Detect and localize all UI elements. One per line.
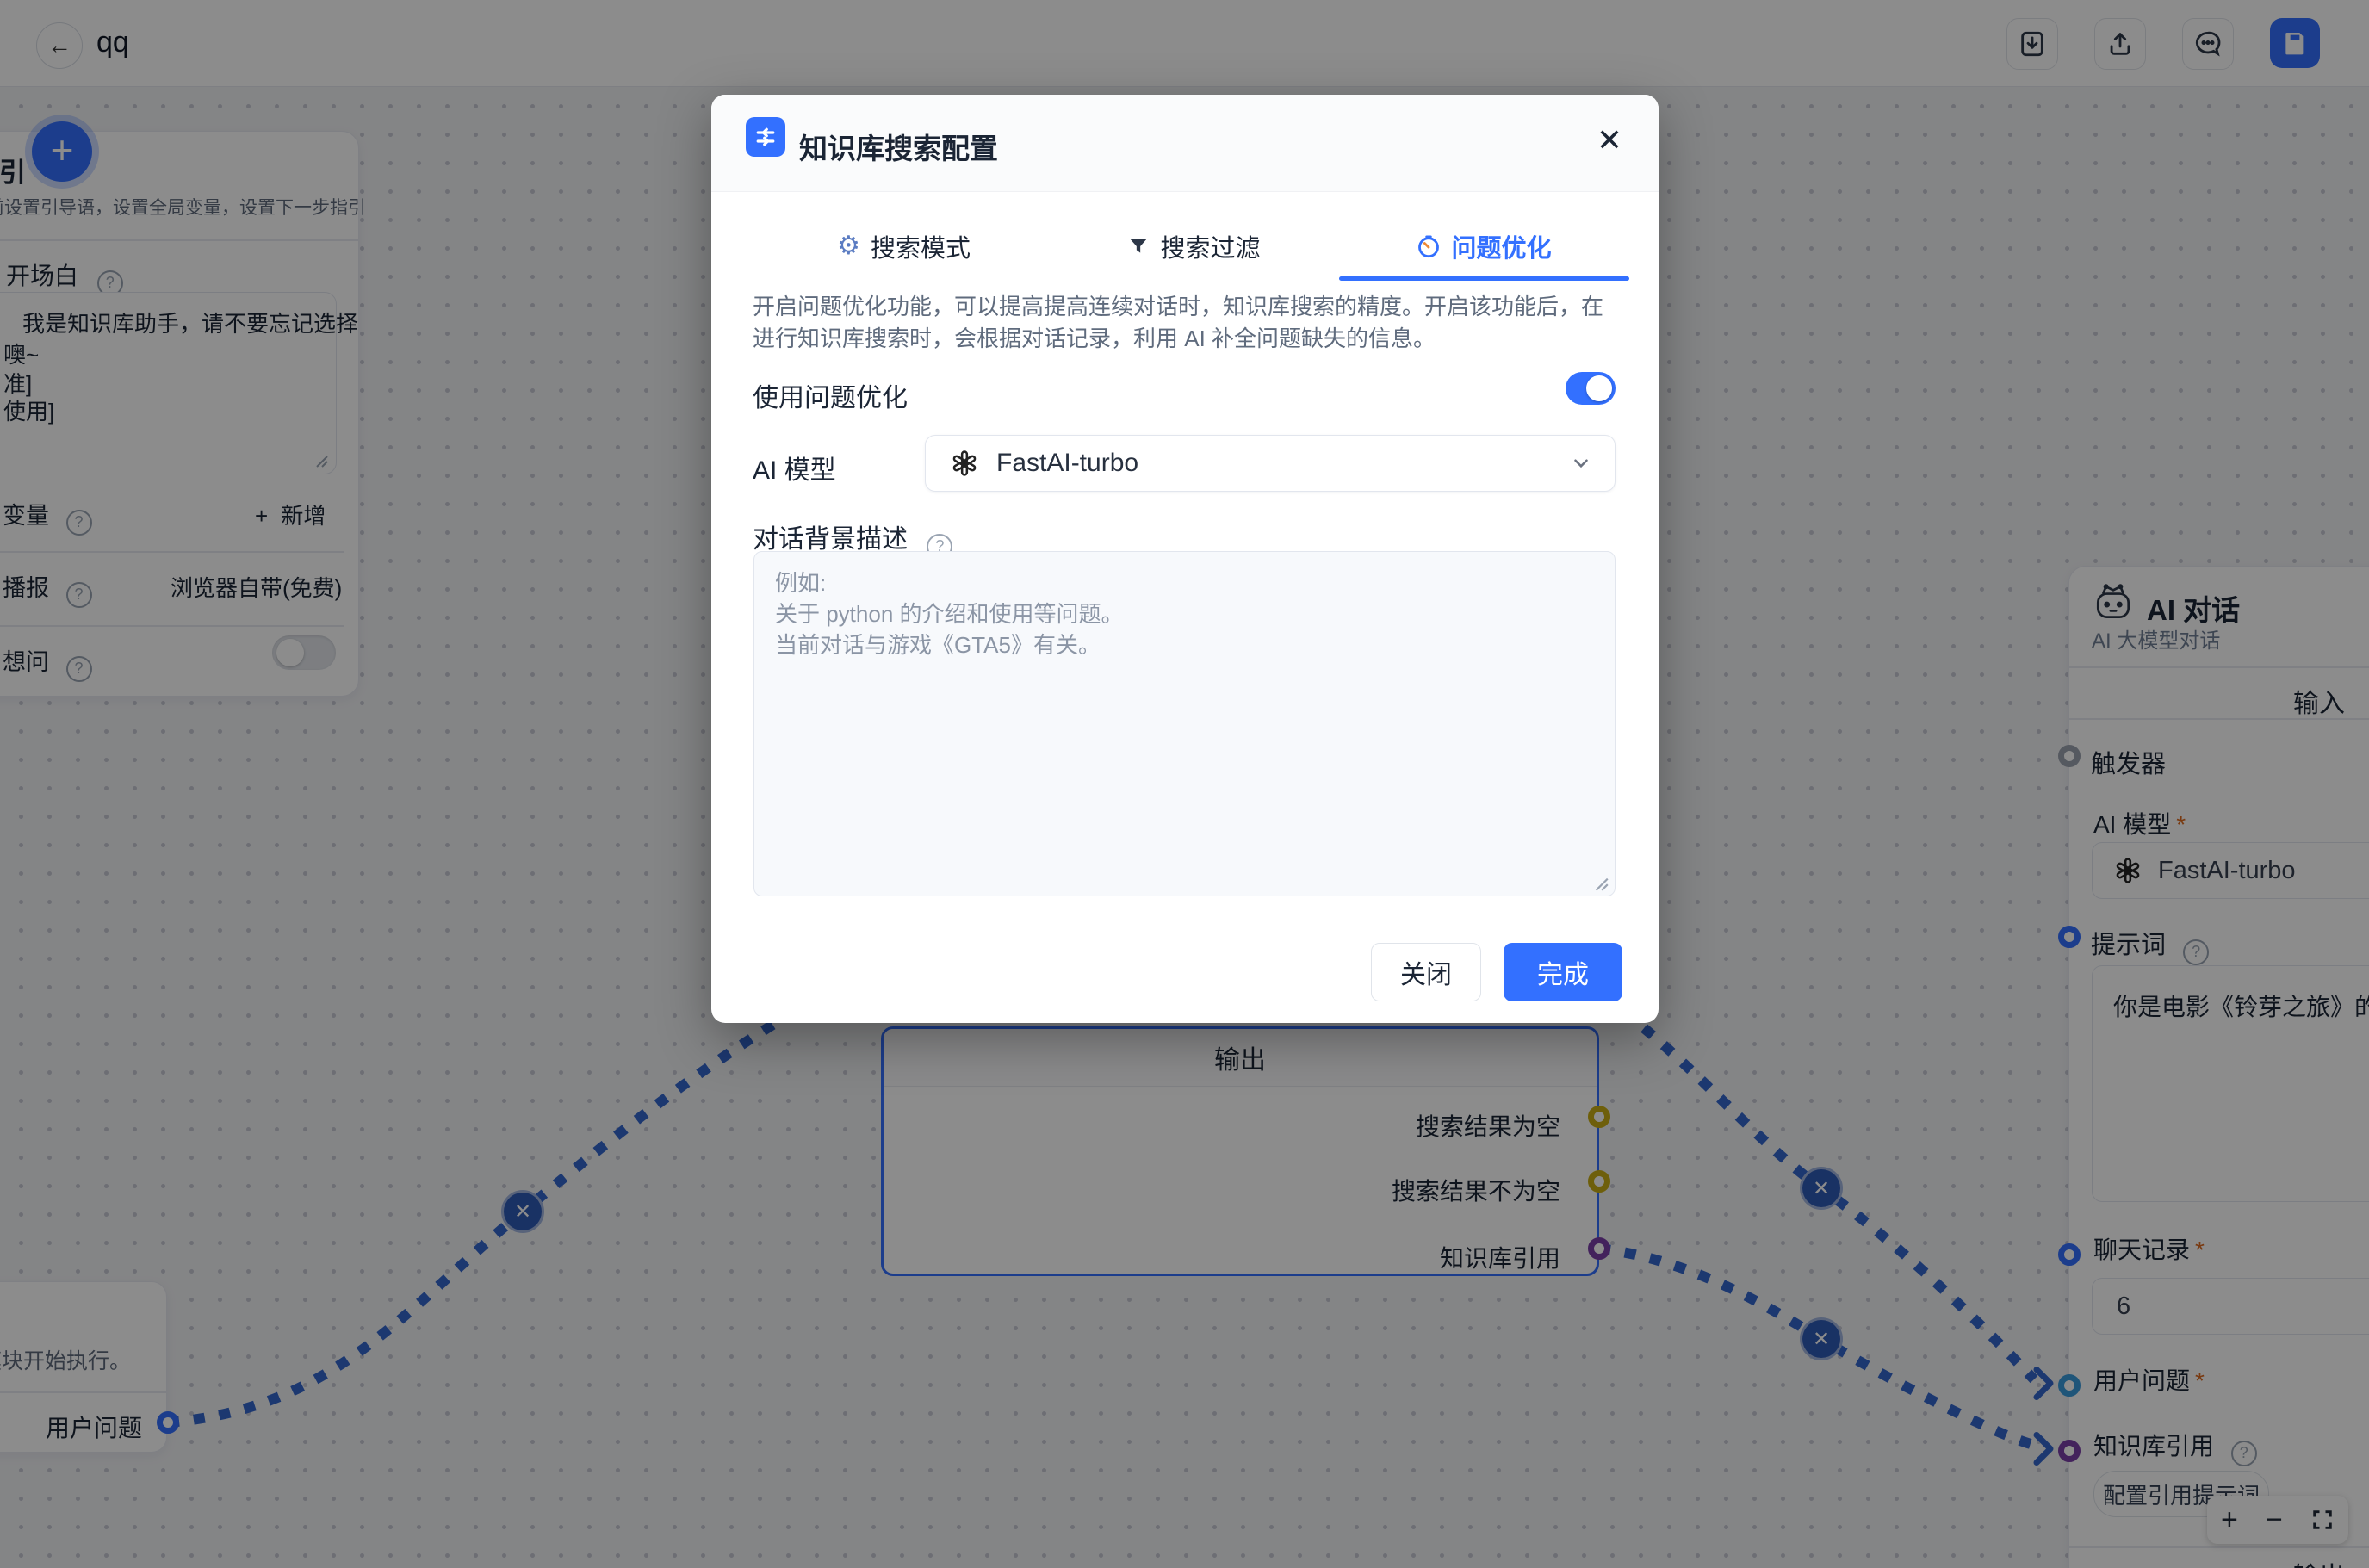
ai-model-select[interactable]: FastAI-turbo: [925, 435, 1616, 492]
placeholder-line: 例如:: [775, 566, 826, 598]
filter-icon: [1127, 235, 1150, 257]
close-button-label: 关闭: [1400, 953, 1452, 991]
ai-model-label: AI 模型: [753, 449, 836, 487]
tab-search-filter[interactable]: 搜索过滤: [1049, 215, 1339, 277]
ai-model-value: FastAI-turbo: [996, 449, 1138, 478]
sliders-icon: [746, 117, 785, 157]
close-button[interactable]: 关闭: [1371, 943, 1481, 1001]
placeholder-line: 关于 python 的介绍和使用等问题。: [775, 597, 1124, 629]
placeholder-line: 当前对话与游戏《GTA5》有关。: [775, 628, 1101, 660]
modal-tabs: ⚙ 搜索模式 搜索过滤 问题优化: [759, 215, 1629, 277]
tab-search-mode[interactable]: ⚙ 搜索模式: [759, 215, 1049, 277]
clock-icon: [1417, 234, 1441, 258]
done-button-label: 完成: [1537, 953, 1589, 991]
context-label-text: 对话背景描述: [753, 525, 908, 554]
tab-question-optimize[interactable]: 问题优化: [1339, 215, 1629, 277]
use-optimize-toggle-on[interactable]: [1566, 372, 1616, 405]
done-button[interactable]: 完成: [1504, 943, 1622, 1001]
workflow-editor: ✕ ✕ ✕ ← qq 用户: [0, 0, 2369, 1568]
tab-label: 问题优化: [1451, 228, 1551, 264]
context-textarea[interactable]: 例如: 关于 python 的介绍和使用等问题。 当前对话与游戏《GTA5》有关…: [753, 551, 1616, 896]
active-tab-underline: [1339, 276, 1629, 281]
modal-title: 知识库搜索配置: [799, 126, 998, 167]
tab-label: 搜索模式: [871, 228, 971, 264]
use-optimize-label: 使用问题优化: [753, 376, 908, 414]
openai-icon: [950, 449, 979, 478]
gear-icon: ⚙: [837, 233, 860, 259]
tab-label: 搜索过滤: [1160, 228, 1260, 264]
resize-handle-icon[interactable]: [1591, 873, 1609, 892]
feature-description: 开启问题优化功能，可以提高提高连续对话时，知识库搜索的精度。开启该功能后，在进行…: [753, 291, 1617, 355]
kb-search-config-modal: 知识库搜索配置 ✕ ⚙ 搜索模式 搜索过滤 问题优化: [711, 95, 1659, 1023]
chevron-down-icon: [1570, 452, 1592, 474]
modal-header: 知识库搜索配置 ✕: [711, 95, 1659, 192]
close-icon[interactable]: ✕: [1597, 122, 1622, 158]
